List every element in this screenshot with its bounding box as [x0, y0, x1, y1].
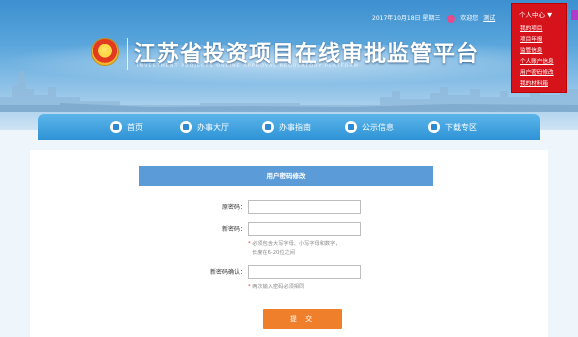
confirm-password-hint: * 两次输入密码必须相同 — [248, 283, 304, 292]
menu-item-my-projects[interactable]: 我的项目 — [520, 23, 558, 33]
new-password-hint: * 必须包含大写字母、小写字母和数字， 长度在6-20位之间 — [248, 240, 340, 258]
download-icon — [428, 121, 440, 133]
menu-item-account-info[interactable]: 个人账户信息 — [520, 56, 558, 66]
nav-label: 下载专区 — [445, 122, 477, 132]
required-star: * — [248, 284, 251, 290]
nav-item-service-hall[interactable]: 办事大厅 — [180, 114, 229, 140]
city-skyline-image — [0, 69, 578, 112]
current-date: 2017年10月18日 星期三 — [372, 15, 441, 22]
nav-item-home[interactable]: 首页 — [110, 114, 143, 140]
hint-line-2: 长度在6-20位之间 — [252, 250, 295, 256]
national-emblem-logo — [91, 38, 119, 66]
notice-icon — [345, 121, 357, 133]
new-password-label: 新密码： — [221, 226, 246, 233]
form-title: 用户密码修改 — [139, 166, 433, 186]
password-change-panel: 用户密码修改 原密码： 新密码： * 必须包含大写字母、小写字母和数字， 长度在… — [30, 150, 548, 337]
menu-item-change-password[interactable]: 用户密码修改 — [520, 67, 558, 77]
old-password-label: 原密码： — [221, 204, 246, 211]
nav-label: 公示信息 — [362, 122, 394, 132]
user-icon — [447, 14, 456, 23]
menu-item-annual-report[interactable]: 项目年报 — [520, 34, 558, 44]
nav-label: 办事大厅 — [197, 122, 229, 132]
nav-item-guide[interactable]: 办事指南 — [262, 114, 311, 140]
home-icon — [110, 121, 122, 133]
confirm-password-label: 新密码确认： — [209, 269, 246, 276]
top-user-info: 2017年10月18日 星期三 欢迎您 测试 — [372, 13, 498, 23]
confirm-hint-text: 两次输入密码必须相同 — [252, 284, 305, 290]
nav-item-download[interactable]: 下载专区 — [428, 114, 477, 140]
new-password-input[interactable] — [248, 222, 361, 236]
personal-center-title[interactable]: 个人中心 ▼ — [512, 4, 566, 22]
nav-item-notice[interactable]: 公示信息 — [345, 114, 394, 140]
main-nav: 首页 办事大厅 办事指南 公示信息 下载专区 — [38, 114, 540, 140]
required-star: * — [248, 241, 251, 247]
old-password-input[interactable] — [248, 200, 361, 214]
submit-button[interactable]: 提 交 — [263, 309, 342, 329]
site-subtitle: INVESTMENT PROJECTS ONLINE APPROVAL REGU… — [137, 64, 360, 69]
confirm-password-input[interactable] — [248, 265, 361, 279]
hint-line-1: 必须包含大写字母、小写字母和数字， — [252, 241, 341, 247]
menu-item-material-box[interactable]: 我的材料箱 — [520, 78, 558, 88]
welcome-text: 欢迎您 — [460, 15, 479, 22]
title-divider — [127, 38, 128, 70]
personal-center-dropdown[interactable]: 个人中心 ▼ 我的项目 项目年报 监管信息 个人账户信息 用户密码修改 我的材料… — [511, 3, 567, 93]
service-hall-icon — [180, 121, 192, 133]
menu-item-supervision[interactable]: 监管信息 — [520, 45, 558, 55]
side-tab[interactable] — [571, 10, 578, 20]
nav-label: 首页 — [127, 122, 143, 132]
guide-icon — [262, 121, 274, 133]
username-link[interactable]: 测试 — [483, 15, 495, 22]
nav-label: 办事指南 — [279, 122, 311, 132]
